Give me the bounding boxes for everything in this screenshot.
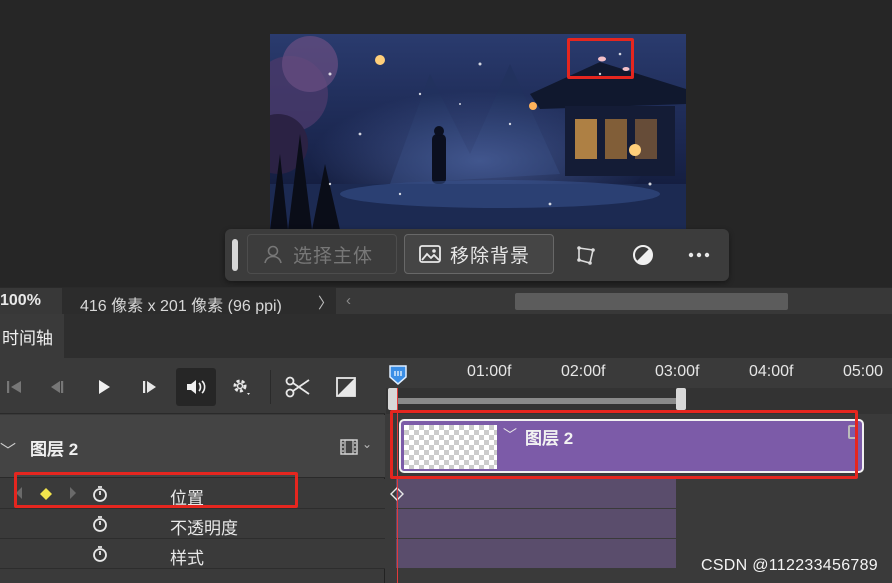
adjust-icon[interactable] [630,242,656,268]
filmstrip-dropdown-chevron-icon[interactable]: ⌄ [362,437,372,451]
horizontal-scroll-thumb[interactable] [515,293,788,310]
transport-controls [0,358,385,414]
remove-background-button[interactable]: 移除背景 [404,234,554,274]
select-subject-label: 选择主体 [293,245,374,267]
document-info-arrow[interactable]: 〉 [318,292,333,313]
tab-timeline[interactable]: 时间轴 [0,314,64,358]
layer-expand-chevron-icon[interactable]: ﹀ [0,437,16,461]
transition-icon[interactable] [331,372,361,402]
ruler-label: 03:00f [655,363,700,380]
time-ruler[interactable]: 01:00f 02:00f 03:00f 04:00f 05:00 [386,358,892,414]
audio-button[interactable] [176,368,216,406]
user-silhouette-icon [262,243,284,265]
split-scissors-icon[interactable] [283,372,313,402]
remove-background-label: 移除背景 [450,245,531,267]
playhead-handle[interactable] [389,365,407,385]
work-area-end-handle[interactable] [676,388,686,410]
ruler-label: 01:00f [467,363,512,380]
previous-frame-button[interactable] [42,372,72,402]
image-icon [419,244,441,264]
property-row-style[interactable]: 样式 [0,539,385,569]
document-info[interactable]: 416 像素 x 201 像素 (96 ppi) [62,288,336,315]
more-icon[interactable] [686,242,712,268]
canvas-area[interactable]: 选择主体 移除背景 [0,0,892,287]
settings-gear-icon[interactable] [227,372,257,402]
property-row-opacity[interactable]: 不透明度 [0,509,385,539]
panel-tab-bar: 时间轴 [0,314,892,358]
property-track-opacity[interactable] [396,509,676,539]
property-label-style: 样式 [170,549,204,568]
ruler-label: 04:00f [749,363,794,380]
status-bar: 100% 416 像素 x 201 像素 (96 ppi) 〉 ‹ [0,287,892,315]
drag-handle[interactable] [232,239,238,271]
transform-icon[interactable] [573,242,599,268]
layer-row[interactable]: ﹀ 图层 2 ⌄ [0,415,385,478]
timeline-layer-column: ﹀ 图层 2 ⌄ 位置 不透明度 样式 [0,358,385,583]
filmstrip-icon[interactable] [340,439,358,460]
property-label-opacity: 不透明度 [170,519,238,538]
work-area-bar[interactable] [392,398,682,404]
annotation-box-clip [390,410,858,479]
layer-name: 图层 2 [30,440,79,459]
ruler-label: 02:00f [561,363,606,380]
scroll-left-arrow[interactable]: ‹ [346,292,351,309]
annotation-box-position-row [14,472,298,508]
stopwatch-icon[interactable] [92,545,108,568]
contextual-task-bar: 选择主体 移除背景 [225,229,729,281]
select-subject-button[interactable]: 选择主体 [247,234,397,274]
timeline-panel: 时间轴 ﹀ 图层 2 ⌄ 位置 不透明度 样式 01:00f 02:00f 03… [0,314,892,583]
property-track-style[interactable] [396,539,676,569]
watermark: CSDN @112233456789 [700,557,878,574]
next-frame-button[interactable] [135,372,165,402]
zoom-level[interactable]: 100% [0,292,60,310]
go-to-first-frame-button[interactable] [0,372,30,402]
play-button[interactable] [89,372,119,402]
stopwatch-icon[interactable] [92,515,108,538]
property-track-position[interactable] [396,479,676,509]
annotation-box-petals [567,38,634,79]
ruler-label: 05:00 [843,363,884,380]
